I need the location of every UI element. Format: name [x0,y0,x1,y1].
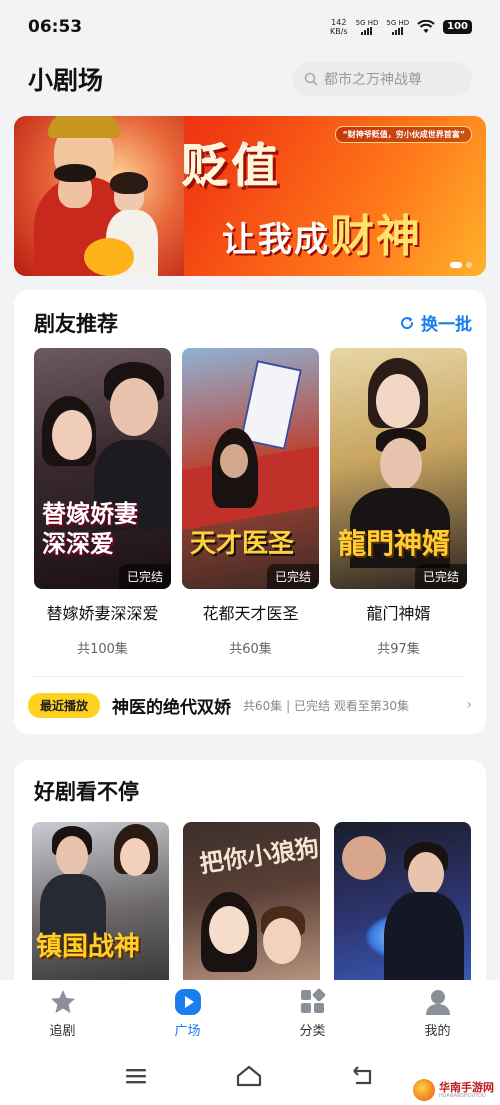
refresh-icon [401,316,414,329]
status-badge: 已完结 [118,564,171,589]
drama-poster[interactable] [334,822,471,1002]
watermark: 华南手游网 HUANANSHOUYOU [413,1079,494,1101]
nav-label: 广场 [174,1023,201,1039]
recent-info: 共60集 | 已完结 观看至第30集 [243,698,410,713]
drama-episodes: 共100集 共60集 共97集 [34,638,467,657]
drama-name[interactable]: 龍门神婿 [330,600,467,624]
banner-dot-active [450,262,462,268]
recent-title: 神医的绝代双娇 [112,697,232,718]
star-icon [50,989,75,1013]
recent-play-row[interactable]: 最近播放 神医的绝代双娇 共60集 | 已完结 观看至第30集 › [28,688,472,722]
bottom-nav: 追剧 广场 分类 我的 [0,980,500,1046]
back-icon[interactable] [350,1065,376,1087]
refresh-button[interactable]: 换一批 [399,310,472,335]
episode-count: 共60集 [229,642,272,657]
drama-name[interactable]: 替嫁娇妻深深爱 [34,600,171,624]
sim2-label: 5G HD [386,19,410,27]
sim1-label: 5G HD [355,19,379,27]
drama-poster[interactable]: 天才医圣 已完结 [182,348,319,589]
status-bar: 06:53 142 KB/s 5G HD 5G HD 100 [0,0,500,54]
status-badge: 已完结 [266,564,319,589]
page-title: 小剧场 [28,66,104,95]
profile-icon [425,989,450,1015]
banner-title-prefix: 让我成 [222,220,330,260]
net-speed: 142 KB/s [330,18,348,36]
section-title-recommend: 剧友推荐 [34,312,118,336]
status-badge: 已完结 [414,564,467,589]
nav-item-plaza[interactable]: 广场 [143,988,233,1039]
play-icon [174,988,201,1015]
net-speed-unit: KB/s [329,27,348,36]
search-icon [304,72,318,86]
recent-badge: 最近播放 [28,692,101,718]
promo-banner[interactable]: “财神爷贬值，穷小伙成世界首富” 贬值 让我成财神 [14,116,486,276]
poster-title-art: 替嫁娇妻 深深爱 [42,499,138,558]
chevron-right-icon: › [466,697,472,713]
nav-item-follow[interactable]: 追剧 [18,988,108,1039]
banner-title-big: 财神 [330,211,422,262]
search-placeholder: 都市之万神战尊 [324,72,422,88]
menu-icon[interactable] [124,1066,148,1086]
banner-dot [466,262,472,268]
drama-poster[interactable]: 把你小狼狗 [183,822,320,1002]
header: 小剧场 都市之万神战尊 [0,56,500,102]
nav-item-category[interactable]: 分类 [268,988,358,1039]
wifi-icon [417,20,435,33]
drama-names: 替嫁娇妻深深爱 花都天才医圣 龍门神婿 [34,600,467,624]
drama-name[interactable]: 花都天才医圣 [182,600,319,624]
poster-title-art: 镇国战神 [36,932,141,962]
recommend-section: 剧友推荐 换一批 替嫁娇妻 深深爱 已完结 天才医圣 已完结 龍門神婿 已完结 … [14,290,486,734]
net-speed-value: 142 [331,18,347,27]
drama-poster[interactable]: 龍門神婿 已完结 [330,348,467,589]
drama-poster[interactable]: 镇国战神 [32,822,169,1002]
signal-sim2-icon: 5G HD [386,19,409,35]
nav-label: 追剧 [49,1023,76,1039]
recommend-poster-row: 替嫁娇妻 深深爱 已完结 天才医圣 已完结 龍門神婿 已完结 [34,348,467,589]
refresh-label: 换一批 [421,315,472,335]
home-icon[interactable] [235,1065,263,1087]
drama-poster[interactable]: 替嫁娇妻 深深爱 已完结 [34,348,171,589]
episode-count: 共100集 [77,642,128,657]
search-input[interactable]: 都市之万神战尊 [292,62,472,96]
nav-label: 分类 [299,1023,326,1039]
section-title-more: 好剧看不停 [34,780,139,804]
banner-tagline: “财神爷贬值，穷小伙成世界首富” [335,126,472,143]
status-icons: 142 KB/s 5G HD 5G HD 100 [330,18,472,36]
more-dramas-section: 好剧看不停 镇国战神 把你小狼狗 [14,760,486,1002]
banner-title-line1: 贬值 [182,139,282,193]
banner-pagination [450,262,472,268]
category-icon [300,988,325,1013]
banner-title-line2: 让我成财神 [222,200,422,264]
divider [34,676,466,677]
poster-title-art: 龍門神婿 [338,527,451,560]
poster-title-art: 天才医圣 [190,529,295,559]
poster-title-art: 把你小狼狗 [197,832,320,879]
episode-count: 共97集 [377,642,420,657]
more-poster-row: 镇国战神 把你小狼狗 [32,822,471,1002]
watermark-text: 华南手游网 [439,1080,494,1094]
battery-icon: 100 [443,20,472,34]
status-time: 06:53 [28,17,83,37]
banner-artwork [14,116,184,276]
nav-label: 我的 [424,1023,451,1039]
watermark-subtext: HUANANSHOUYOU [439,1092,486,1099]
watermark-logo-icon [413,1079,435,1101]
nav-item-profile[interactable]: 我的 [393,988,483,1039]
signal-sim1-icon: 5G HD [355,19,379,35]
